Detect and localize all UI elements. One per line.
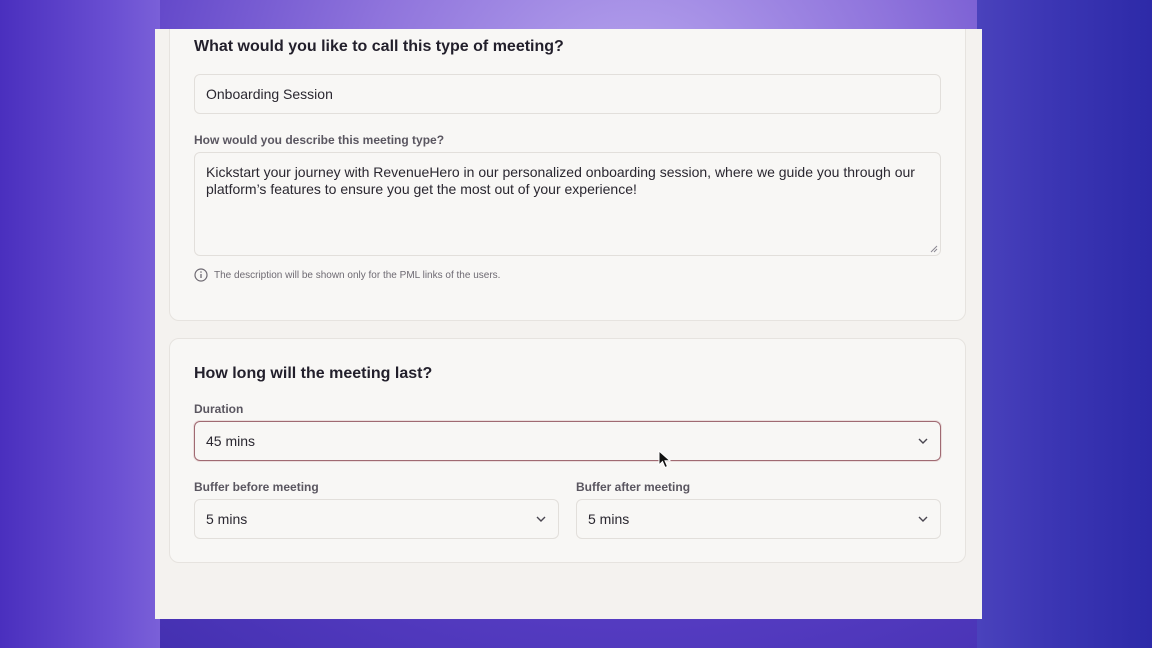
description-textarea[interactable]: Kickstart your journey with RevenueHero … [194,152,941,256]
buffer-before-value: 5 mins [206,511,248,527]
meeting-name-heading: What would you like to call this type of… [194,38,564,55]
duration-select[interactable]: 45 mins [194,421,941,461]
meeting-name-value: Onboarding Session [206,86,333,102]
description-value: Kickstart your journey with RevenueHero … [206,164,915,197]
chevron-down-icon [536,516,546,522]
description-hint: The description will be shown only for t… [194,268,500,282]
buffer-after-label: Buffer after meeting [576,480,691,494]
description-label: How would you describe this meeting type… [194,133,445,147]
duration-label: Duration [194,402,244,416]
hint-text: The description will be shown only for t… [214,269,501,281]
chevron-down-icon [918,516,928,522]
background-right [977,0,1152,648]
buffer-after-select[interactable]: 5 mins [576,499,941,539]
buffer-before-label: Buffer before meeting [194,480,319,494]
meeting-name-card: What would you like to call this type of… [169,29,966,321]
meeting-type-form: What would you like to call this type of… [155,29,982,619]
meeting-name-input[interactable]: Onboarding Session [194,74,941,114]
chevron-down-icon [918,438,928,444]
mouse-cursor-icon [658,450,672,469]
buffer-before-select[interactable]: 5 mins [194,499,559,539]
duration-heading: How long will the meeting last? [194,365,433,382]
background-left [0,0,160,648]
resize-handle-icon[interactable] [930,245,938,253]
buffer-after-value: 5 mins [588,511,630,527]
duration-value: 45 mins [206,433,256,449]
info-icon [194,268,208,282]
meeting-duration-card: How long will the meeting last? Duration… [169,338,966,563]
